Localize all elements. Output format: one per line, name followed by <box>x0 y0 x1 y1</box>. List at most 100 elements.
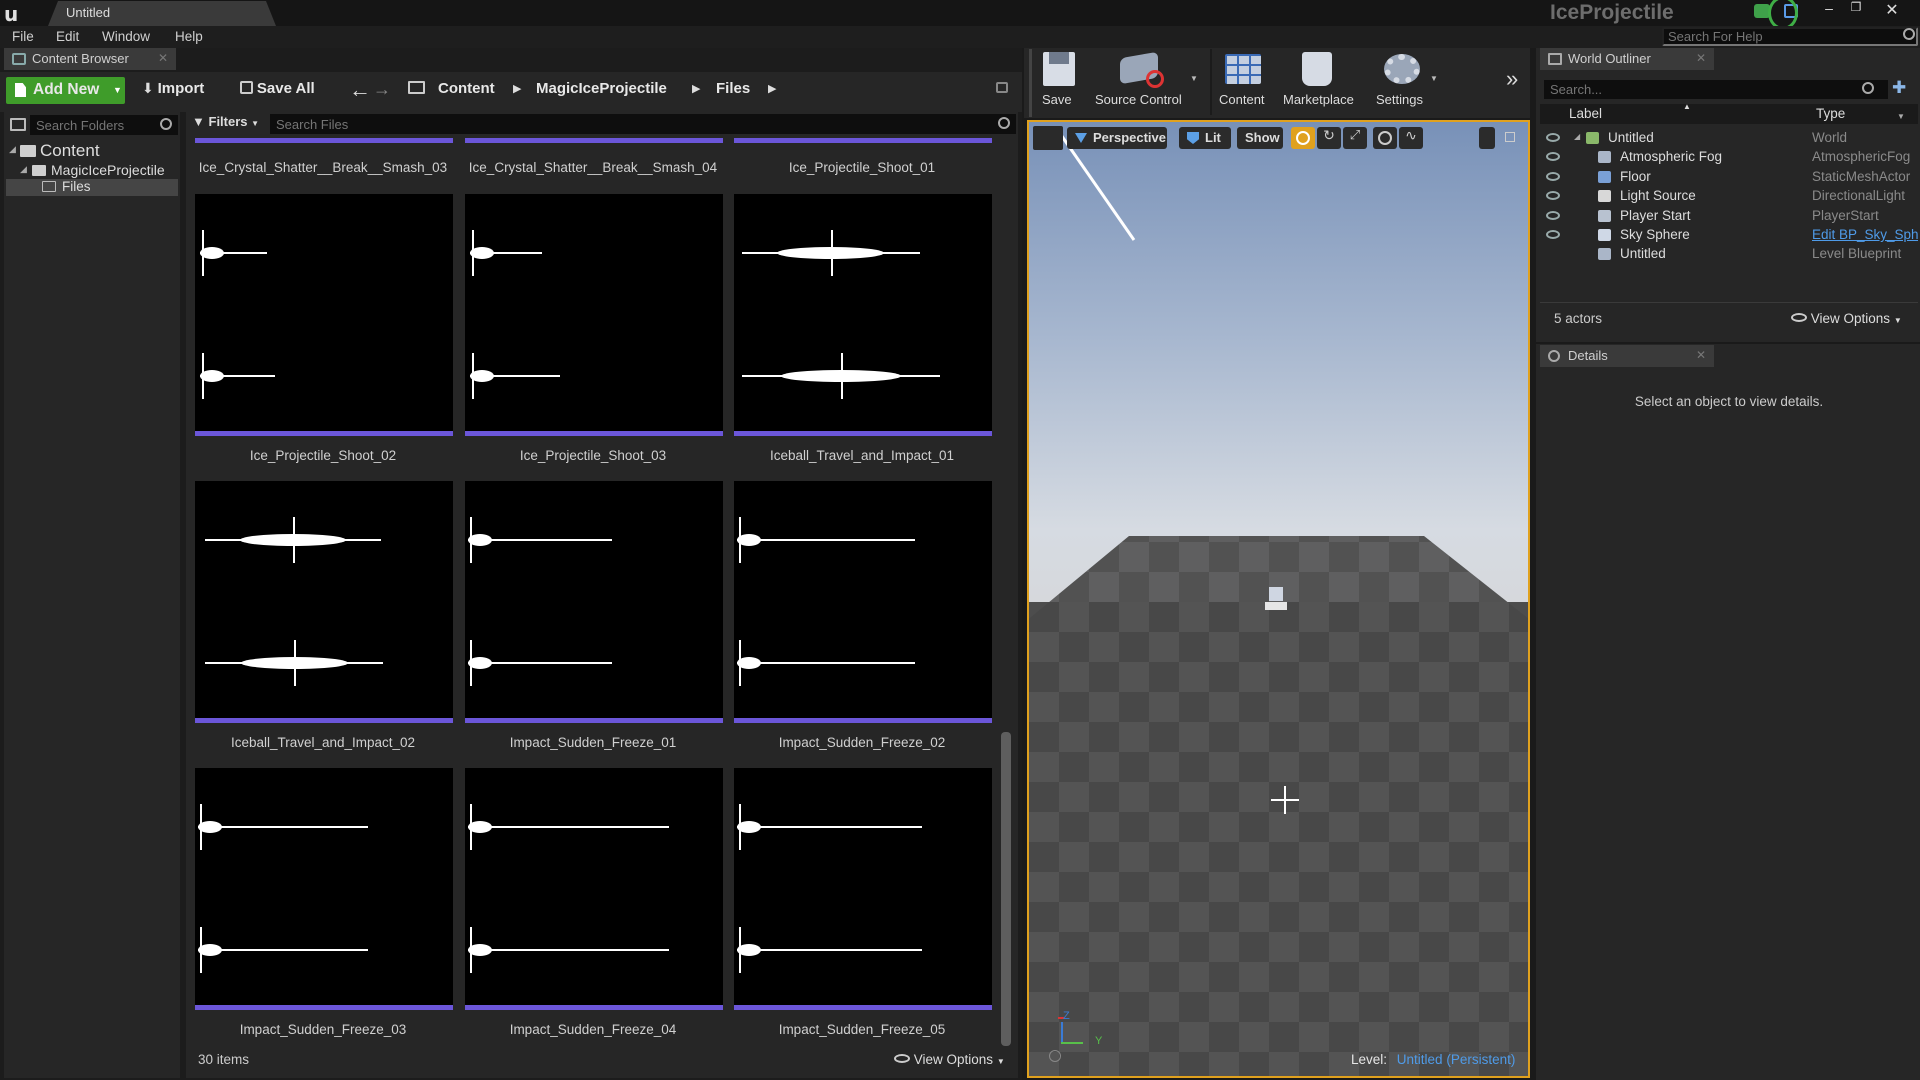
visibility-eye-icon[interactable] <box>1546 191 1560 201</box>
outliner-row[interactable]: Sky Sphere Edit BP_Sky_Sphere <box>1540 226 1918 245</box>
search-files-input[interactable] <box>270 114 1016 134</box>
outliner-row[interactable]: Floor StaticMeshActor <box>1540 168 1918 187</box>
asset-thumbnail[interactable] <box>465 194 723 436</box>
settings-button[interactable]: Settings <box>1372 52 1438 107</box>
add-actor-icon[interactable]: ✚ <box>1892 78 1906 98</box>
viewport-options-icon[interactable] <box>1033 126 1063 150</box>
menu-edit[interactable]: Edit <box>56 29 79 44</box>
translate-tool-button[interactable] <box>1291 127 1315 149</box>
folder-tree-toggle-icon[interactable] <box>10 118 26 131</box>
asset-thumbnail[interactable] <box>734 194 992 436</box>
asset-label[interactable]: Impact_Sudden_Freeze_01 <box>459 735 727 750</box>
expand-arrow-icon[interactable]: ◢ <box>20 164 27 175</box>
view-options-button[interactable]: View Options ▼ <box>894 1052 1005 1067</box>
outliner-row[interactable]: Untitled Level Blueprint <box>1540 245 1918 264</box>
menu-file[interactable]: File <box>12 29 34 44</box>
breadcrumb-chevron-icon[interactable]: ▶ <box>513 82 521 95</box>
close-tab-icon[interactable]: ✕ <box>1696 51 1706 65</box>
column-label[interactable]: Label <box>1569 106 1602 121</box>
dropdown-arrow-icon[interactable]: ▼ <box>1430 74 1438 83</box>
close-tab-icon[interactable]: ✕ <box>158 51 168 65</box>
rotate-tool-button[interactable]: ↻ <box>1317 127 1341 149</box>
minimize-button[interactable]: – <box>1815 0 1843 18</box>
outliner-row-type[interactable]: Edit BP_Sky_Sphere <box>1812 227 1918 242</box>
filters-button[interactable]: ▼ Filters ▼ <box>192 114 259 129</box>
tab-world-outliner[interactable]: World Outliner ✕ <box>1540 48 1714 70</box>
outliner-row[interactable]: Light Source DirectionalLight <box>1540 187 1918 206</box>
dropdown-arrow-icon[interactable]: ▼ <box>1897 112 1905 121</box>
asset-thumbnail[interactable] <box>195 194 453 436</box>
dropdown-arrow-icon[interactable]: ▼ <box>1190 74 1198 83</box>
forward-arrow-icon[interactable]: → <box>373 79 391 100</box>
content-toolbar-button[interactable]: Content <box>1218 52 1270 107</box>
asset-label[interactable]: Impact_Sudden_Freeze_02 <box>728 735 996 750</box>
asset-label[interactable]: Ice_Projectile_Shoot_03 <box>459 448 727 463</box>
outliner-view-options-button[interactable]: View Options ▼ <box>1791 311 1902 326</box>
column-type[interactable]: Type <box>1816 106 1845 121</box>
marketplace-button[interactable]: Marketplace <box>1280 52 1360 107</box>
close-tab-icon[interactable]: ✕ <box>1696 348 1706 362</box>
asset-label[interactable]: Ice_Projectile_Shoot_02 <box>189 448 457 463</box>
asset-label[interactable]: Ice_Crystal_Shatter__Break__Smash_03 <box>189 160 457 175</box>
tab-content-browser[interactable]: Content Browser ✕ <box>4 48 176 70</box>
tree-item-files-selected[interactable] <box>6 179 178 196</box>
unreal-logo-icon[interactable]: u <box>4 2 26 26</box>
menu-window[interactable]: Window <box>102 29 150 44</box>
asset-scrollbar-thumb[interactable] <box>1001 732 1011 1046</box>
asset-thumbnail[interactable] <box>734 481 992 723</box>
add-new-button[interactable]: Add New ▼ <box>6 77 125 104</box>
breadcrumb-files[interactable]: Files <box>716 80 750 97</box>
asset-thumbnail-bar[interactable] <box>195 138 453 143</box>
show-button[interactable]: Show <box>1237 127 1283 149</box>
asset-label[interactable]: Ice_Projectile_Shoot_01 <box>728 160 996 175</box>
breadcrumb-content[interactable]: Content <box>438 80 495 97</box>
asset-label[interactable]: Ice_Crystal_Shatter__Break__Smash_04 <box>459 160 727 175</box>
outliner-search-input[interactable] <box>1544 80 1888 99</box>
breadcrumb-chevron-icon[interactable]: ▶ <box>768 82 776 95</box>
asset-label[interactable]: Impact_Sudden_Freeze_05 <box>728 1022 996 1037</box>
tree-item-content[interactable]: Content <box>40 141 100 161</box>
perspective-button[interactable]: Perspective <box>1067 127 1167 149</box>
world-local-button[interactable] <box>1373 127 1397 149</box>
asset-label[interactable]: Impact_Sudden_Freeze_04 <box>459 1022 727 1037</box>
sort-ascending-icon[interactable]: ▲ <box>1683 102 1691 111</box>
asset-thumbnail[interactable] <box>465 481 723 723</box>
outliner-row[interactable]: Atmospheric Fog AtmosphericFog <box>1540 148 1918 167</box>
level-viewport[interactable]: Perspective Lit Show ↻ ⤢ ∿ Z Y Level: Un… <box>1027 120 1530 1078</box>
lock-icon[interactable] <box>996 82 1008 93</box>
visibility-eye-icon[interactable] <box>1546 133 1560 142</box>
toolbar-overflow-icon[interactable]: » <box>1506 66 1518 92</box>
asset-thumbnail-bar[interactable] <box>734 138 992 143</box>
visibility-eye-icon[interactable] <box>1546 171 1560 181</box>
source-control-button[interactable]: Source Control <box>1094 51 1198 107</box>
asset-label[interactable]: Iceball_Travel_and_Impact_02 <box>189 735 457 750</box>
back-arrow-icon[interactable]: ← <box>349 77 371 103</box>
restore-button[interactable]: ❐ <box>1842 0 1870 18</box>
visibility-eye-icon[interactable] <box>1546 210 1560 220</box>
tree-item-magiciceprojectile[interactable]: MagicIceProjectile <box>51 162 165 178</box>
scale-tool-button[interactable]: ⤢ <box>1343 127 1367 149</box>
visibility-eye-icon[interactable] <box>1546 230 1560 239</box>
outliner-row[interactable]: ◢ Untitled World <box>1540 129 1918 148</box>
surface-snap-button[interactable]: ∿ <box>1399 127 1423 149</box>
lit-button[interactable]: Lit <box>1179 127 1231 149</box>
camera-speed-button[interactable] <box>1479 127 1495 149</box>
asset-thumbnail[interactable] <box>195 481 453 723</box>
help-search-input[interactable] <box>1662 27 1918 46</box>
expand-arrow-icon[interactable]: ◢ <box>1574 132 1580 141</box>
asset-label[interactable]: Impact_Sudden_Freeze_03 <box>189 1022 457 1037</box>
asset-label[interactable]: Iceball_Travel_and_Impact_01 <box>728 448 996 463</box>
asset-thumbnail[interactable] <box>734 768 992 1010</box>
menu-help[interactable]: Help <box>175 29 203 44</box>
breadcrumb-chevron-icon[interactable]: ▶ <box>692 82 700 95</box>
maximize-viewport-icon[interactable] <box>1505 132 1515 142</box>
outliner-row[interactable]: Player Start PlayerStart <box>1540 207 1918 226</box>
tree-item-files[interactable]: Files <box>62 179 91 194</box>
asset-thumbnail[interactable] <box>465 768 723 1010</box>
close-window-button[interactable]: ✕ <box>1878 0 1906 19</box>
document-tab[interactable]: Untitled <box>48 1 276 26</box>
expand-arrow-icon[interactable]: ◢ <box>9 144 16 155</box>
breadcrumb-magiciceprojectile[interactable]: MagicIceProjectile <box>536 80 667 97</box>
tab-details[interactable]: Details ✕ <box>1540 345 1714 367</box>
asset-thumbnail[interactable] <box>195 768 453 1010</box>
